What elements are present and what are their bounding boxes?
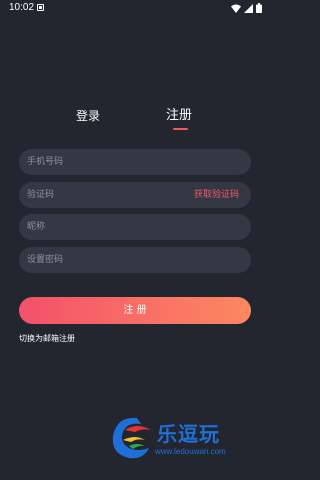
- password-field[interactable]: [19, 247, 251, 273]
- active-tab-indicator: [173, 128, 188, 130]
- notification-icon: [37, 4, 44, 11]
- register-screen: 10:02 登录 注册 获取验证码 注 册 切换为邮箱注册: [0, 0, 270, 480]
- watermark: 乐逗玩 www.ledouwan.com: [107, 412, 257, 468]
- tab-login[interactable]: 登录: [76, 106, 100, 126]
- password-input[interactable]: [27, 247, 177, 273]
- phone-field[interactable]: [19, 149, 251, 175]
- get-code-button[interactable]: 获取验证码: [194, 189, 239, 201]
- signal-icon: [244, 3, 253, 13]
- status-bar: 10:02: [0, 0, 270, 16]
- switch-to-email-link[interactable]: 切换为邮箱注册: [19, 333, 75, 345]
- register-button[interactable]: 注 册: [19, 297, 251, 324]
- status-icons: [231, 3, 262, 13]
- nickname-field[interactable]: [19, 214, 251, 240]
- watermark-title: 乐逗玩: [157, 422, 220, 446]
- watermark-logo-icon: [112, 417, 151, 459]
- tab-register[interactable]: 注册: [166, 106, 192, 126]
- verification-code-input[interactable]: [27, 182, 177, 208]
- wifi-icon: [231, 4, 241, 13]
- nickname-input[interactable]: [27, 214, 177, 240]
- phone-input[interactable]: [27, 149, 177, 175]
- watermark-url: www.ledouwan.com: [155, 447, 226, 456]
- verification-code-field[interactable]: 获取验证码: [19, 182, 251, 208]
- status-time: 10:02: [9, 2, 35, 13]
- battery-icon: [256, 3, 262, 13]
